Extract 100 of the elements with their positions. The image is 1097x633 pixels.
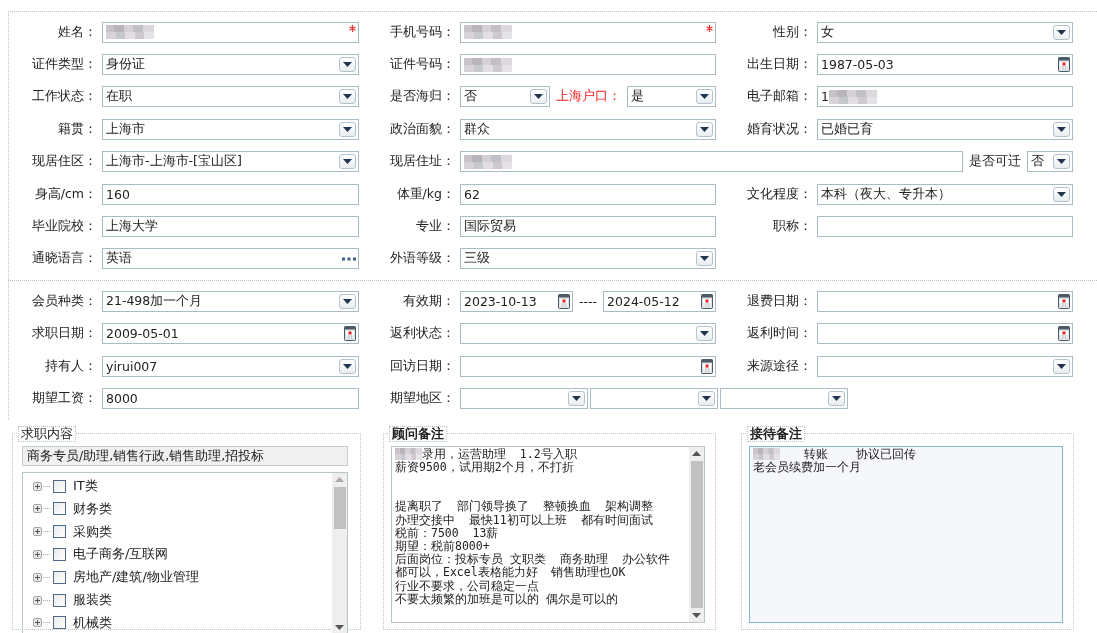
field-label: 回访日期： bbox=[389, 357, 455, 375]
expand-icon[interactable] bbox=[33, 504, 42, 514]
dropdown-icon[interactable] bbox=[1053, 186, 1070, 202]
notes-textarea[interactable]: 录用，运营助理 1.2号入职 薪资9500，试用期2个月，不打折 提离职了 部门领导换了 整顿换血 架构调整 办理交接中 最快11初可以上班 都有时间面试 税前：7500 13薪 期望：税前8000+ 后面岗位：投标专员 文职类 商务助理 办公软件 都可以，Excel表格能力好 销售助理也OK 行业不要求，公司稳定一点 不要太频繁的加班是可以的 偶尔是可以的 bbox=[391, 445, 705, 623]
dropdown-icon[interactable] bbox=[696, 121, 713, 137]
category-label[interactable]: 服装类 bbox=[73, 591, 112, 610]
expand-icon[interactable] bbox=[33, 618, 42, 628]
checkbox[interactable] bbox=[53, 479, 66, 493]
dropdown-icon[interactable] bbox=[568, 391, 585, 406]
expand-icon[interactable] bbox=[33, 549, 42, 559]
date-field[interactable] bbox=[817, 290, 1073, 312]
input-field[interactable]: 8000 bbox=[102, 388, 359, 409]
input-field[interactable]: 1 bbox=[817, 86, 1073, 108]
field-label: 期望工资： bbox=[31, 390, 97, 407]
scroll-down-icon[interactable] bbox=[692, 612, 701, 618]
calendar-icon[interactable] bbox=[1058, 57, 1070, 73]
expand-icon[interactable] bbox=[33, 595, 42, 605]
dropdown-icon[interactable] bbox=[339, 121, 356, 137]
date-field[interactable]: 2023-10-13 bbox=[460, 290, 573, 312]
dropdown[interactable]: 本科（夜大、专升本） bbox=[817, 183, 1073, 205]
date-field[interactable]: 1987-05-03 bbox=[817, 54, 1073, 76]
category-label[interactable]: 采购类 bbox=[73, 522, 112, 541]
more-icon[interactable] bbox=[342, 256, 356, 261]
scrollbar[interactable] bbox=[689, 446, 704, 622]
scroll-thumb[interactable] bbox=[333, 486, 346, 529]
input-field[interactable] bbox=[460, 54, 716, 76]
dropdown[interactable]: 上海市-上海市-[宝山区] bbox=[102, 151, 359, 173]
date-field[interactable] bbox=[817, 323, 1073, 345]
field-label: 上海户口： bbox=[555, 88, 621, 106]
checkbox[interactable] bbox=[53, 502, 66, 516]
summary-field[interactable]: 商务专员/助理,销售行政,销售助理,招投标 bbox=[22, 445, 348, 466]
input-field[interactable]: 国际贸易 bbox=[460, 216, 716, 238]
calendar-icon[interactable] bbox=[1058, 326, 1070, 342]
scroll-down-icon[interactable] bbox=[335, 624, 344, 630]
scroll-up-icon[interactable] bbox=[692, 450, 701, 456]
input-field[interactable] bbox=[460, 151, 963, 173]
calendar-icon[interactable] bbox=[701, 358, 713, 374]
picker-field[interactable]: 英语 bbox=[102, 248, 359, 270]
date-field[interactable]: 2009-05-01 bbox=[102, 323, 359, 345]
calendar-icon[interactable] bbox=[701, 293, 713, 309]
dropdown[interactable]: 身份证 bbox=[102, 54, 359, 76]
dropdown-icon[interactable] bbox=[339, 154, 356, 170]
dropdown-icon[interactable] bbox=[339, 358, 356, 374]
calendar-icon[interactable] bbox=[558, 293, 570, 309]
category-label[interactable]: 财务类 bbox=[73, 499, 112, 518]
checkbox[interactable] bbox=[53, 525, 66, 539]
note-text: 期望：税前8000+ bbox=[395, 540, 490, 553]
dropdown-icon[interactable] bbox=[1053, 154, 1070, 170]
dropdown-icon[interactable] bbox=[696, 251, 713, 267]
dropdown-icon[interactable] bbox=[698, 391, 715, 406]
date-field[interactable]: 2024-05-12 bbox=[603, 290, 716, 312]
checkbox[interactable] bbox=[53, 547, 66, 561]
dropdown-icon[interactable] bbox=[696, 89, 713, 105]
note-text: 提离职了 部门领导换了 整顿换血 架构调整 bbox=[395, 500, 653, 514]
checkbox[interactable] bbox=[53, 593, 66, 607]
field-label: 是否可迁 bbox=[969, 153, 1021, 171]
dropdown[interactable]: yirui007 bbox=[102, 355, 359, 377]
dropdown-icon[interactable] bbox=[339, 293, 356, 309]
input-field[interactable] bbox=[102, 21, 359, 43]
dropdown-icon[interactable] bbox=[339, 57, 356, 73]
note-text: 薪资9500，试用期2个月，不打折 bbox=[395, 460, 574, 475]
input-field[interactable] bbox=[460, 21, 716, 43]
dropdown[interactable]: 否 bbox=[1027, 151, 1073, 173]
dropdown[interactable]: 否 bbox=[460, 86, 550, 108]
checkbox[interactable] bbox=[53, 570, 66, 584]
dropdown-icon[interactable] bbox=[529, 89, 547, 105]
dropdown-icon[interactable] bbox=[1053, 358, 1070, 374]
dropdown[interactable]: 群众 bbox=[460, 118, 716, 140]
category-label[interactable]: IT类 bbox=[73, 477, 98, 496]
notes-textarea[interactable]: 转账 协议已回传 老会员续费加一个月 bbox=[749, 445, 1063, 623]
dropdown[interactable]: 女 bbox=[817, 21, 1073, 43]
dropdown[interactable]: 21-498加一个月 bbox=[102, 290, 359, 312]
field-label: 会员种类： bbox=[31, 292, 97, 310]
dropdown[interactable]: 是 bbox=[626, 86, 716, 108]
panel-title: 顾问备注 bbox=[389, 425, 447, 442]
scroll-thumb[interactable] bbox=[690, 460, 703, 608]
dropdown-icon[interactable] bbox=[828, 391, 845, 406]
dropdown-icon[interactable] bbox=[339, 89, 356, 105]
dropdown-icon[interactable] bbox=[1053, 121, 1070, 137]
calendar-icon[interactable] bbox=[344, 326, 356, 342]
input-field[interactable]: 上海大学 bbox=[102, 216, 359, 238]
dropdown-icon[interactable] bbox=[1053, 24, 1070, 40]
input-field[interactable] bbox=[817, 216, 1073, 238]
scrollbar[interactable] bbox=[332, 472, 347, 633]
dropdown-icon[interactable] bbox=[696, 326, 713, 342]
dropdown[interactable]: 已婚已育 bbox=[817, 118, 1073, 140]
dropdown[interactable]: 三级 bbox=[460, 248, 716, 270]
expand-icon[interactable] bbox=[33, 481, 42, 491]
category-label[interactable]: 机械类 bbox=[73, 613, 112, 632]
input-field[interactable]: 62 bbox=[460, 183, 716, 205]
expand-icon[interactable] bbox=[33, 527, 42, 537]
checkbox[interactable] bbox=[53, 616, 66, 630]
input-field[interactable]: 160 bbox=[102, 183, 359, 205]
date-field[interactable] bbox=[460, 355, 716, 377]
calendar-icon[interactable] bbox=[1058, 293, 1070, 309]
expand-icon[interactable] bbox=[33, 572, 42, 582]
category-label[interactable]: 电子商务/互联网 bbox=[73, 545, 169, 564]
dropdown[interactable]: 在职 bbox=[102, 86, 359, 108]
category-label[interactable]: 房地产/建筑/物业管理 bbox=[73, 568, 199, 587]
dropdown[interactable]: 上海市 bbox=[102, 118, 359, 140]
